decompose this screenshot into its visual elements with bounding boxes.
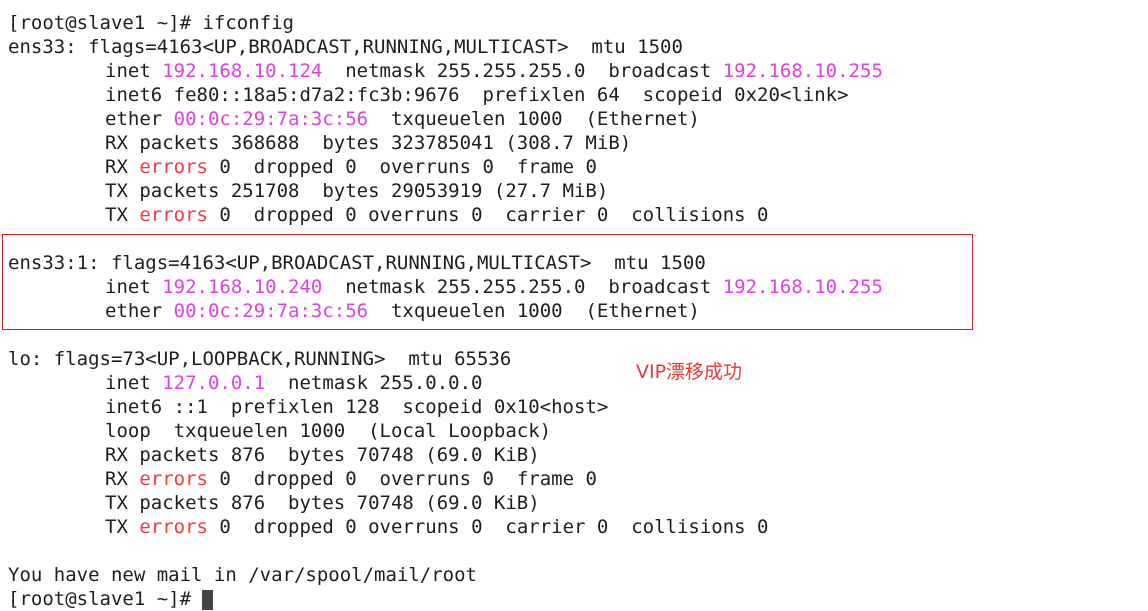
lo-inet6-line: inet6 ::1 prefixlen 128 scopeid 0x10<hos… xyxy=(105,396,609,418)
mac-address: 00:0c:29:7a:3c:56 xyxy=(173,108,369,130)
errors-word: errors xyxy=(139,516,208,538)
tx-label: TX xyxy=(105,204,140,226)
mail-notice: You have new mail in /var/spool/mail/roo… xyxy=(8,564,477,586)
tx-label: TX xyxy=(105,516,140,538)
errors-word: errors xyxy=(139,468,208,490)
inet-label: inet xyxy=(105,60,163,82)
ens33-inet6-line: inet6 fe80::18a5:d7a2:fc3b:9676 prefixle… xyxy=(105,84,849,106)
lo-rx-packets-line: RX packets 876 bytes 70748 (69.0 KiB) xyxy=(105,444,540,466)
tx-errors-rest: 0 dropped 0 overruns 0 carrier 0 collisi… xyxy=(207,516,769,538)
lo-header: lo: flags=73<UP,LOOPBACK,RUNNING> mtu 65… xyxy=(8,348,512,370)
ens33-rx-packets-line: RX packets 368688 bytes 323785041 (308.7… xyxy=(105,132,632,154)
rx-errors-rest: 0 dropped 0 overruns 0 frame 0 xyxy=(207,156,597,178)
broadcast-address: 192.168.10.255 xyxy=(722,60,883,82)
ens33-tx-errors-line: TX errors 0 dropped 0 overruns 0 carrier… xyxy=(8,203,1148,227)
lo-inet-line: inet 127.0.0.1 netmask 255.0.0.0 xyxy=(8,371,1148,395)
lo-tx-errors-line: TX errors 0 dropped 0 overruns 0 carrier… xyxy=(8,515,1148,539)
ens33-header: ens33: flags=4163<UP,BROADCAST,RUNNING,M… xyxy=(8,36,683,58)
ether-label: ether xyxy=(105,108,174,130)
lo-rx-errors-line: RX errors 0 dropped 0 overruns 0 frame 0 xyxy=(8,467,1148,491)
rx-errors-rest: 0 dropped 0 overruns 0 frame 0 xyxy=(207,468,597,490)
loopback-address: 127.0.0.1 xyxy=(162,372,266,394)
ether-rest: txqueuelen 1000 (Ethernet) xyxy=(368,108,700,130)
prompt-text: [root@slave1 ~]# xyxy=(8,588,203,610)
inet-label: inet xyxy=(105,372,163,394)
vip-drift-annotation: VIP漂移成功 xyxy=(636,361,743,383)
errors-word: errors xyxy=(139,204,208,226)
last-prompt-line[interactable]: [root@slave1 ~]# xyxy=(8,587,214,611)
vip-highlight-box xyxy=(2,234,973,330)
ens33-rx-errors-line: RX errors 0 dropped 0 overruns 0 frame 0 xyxy=(8,155,1148,179)
text-cursor xyxy=(202,589,214,610)
errors-word: errors xyxy=(139,156,208,178)
netmask-text: netmask 255.255.255.0 broadcast xyxy=(322,60,723,82)
lo-loop-line: loop txqueuelen 1000 (Local Loopback) xyxy=(105,420,552,442)
tx-errors-rest: 0 dropped 0 overruns 0 carrier 0 collisi… xyxy=(207,204,769,226)
netmask-text: netmask 255.0.0.0 xyxy=(265,372,483,394)
ens33-tx-packets-line: TX packets 251708 bytes 29053919 (27.7 M… xyxy=(105,180,609,202)
ens33-ether-line: ether 00:0c:29:7a:3c:56 txqueuelen 1000 … xyxy=(8,107,1148,131)
lo-tx-packets-line: TX packets 876 bytes 70748 (69.0 KiB) xyxy=(105,492,540,514)
ip-address: 192.168.10.124 xyxy=(162,60,323,82)
rx-label: RX xyxy=(105,156,140,178)
prompt-line: [root@slave1 ~]# ifconfig xyxy=(8,12,294,34)
rx-label: RX xyxy=(105,468,140,490)
ens33-inet-line: inet 192.168.10.124 netmask 255.255.255.… xyxy=(8,59,1148,83)
